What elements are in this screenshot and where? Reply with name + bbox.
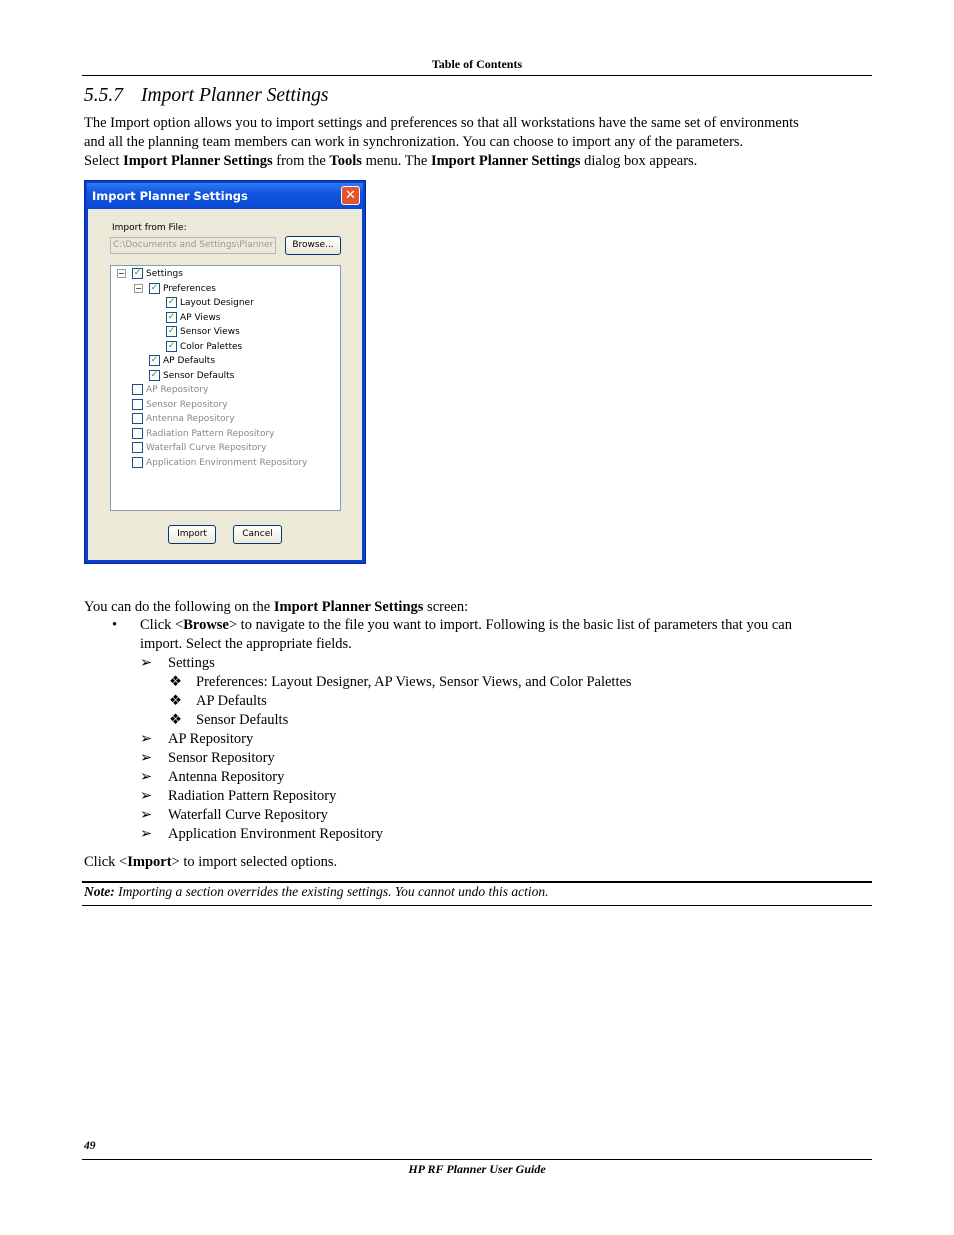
running-header: Table of Contents bbox=[431, 57, 523, 71]
tree-item-label: Layout Designer bbox=[180, 298, 254, 308]
list-item: Settings bbox=[168, 655, 215, 671]
tree-item[interactable]: ✓ Sensor Defaults bbox=[149, 369, 235, 383]
tree-item-label: Sensor Repository bbox=[146, 399, 228, 410]
arrow-bullet-icon: ➢ bbox=[140, 750, 153, 766]
tree-item-label: Color Palettes bbox=[180, 341, 243, 352]
list-item: Application Environment Repository bbox=[168, 826, 384, 842]
note-top-rule bbox=[82, 881, 872, 883]
close-icon[interactable]: ✕ bbox=[341, 186, 360, 205]
checkbox[interactable]: ✓ bbox=[166, 297, 177, 308]
tree-item-label: Antenna Repository bbox=[146, 414, 235, 424]
diamond-bullet-icon: ❖ bbox=[169, 712, 182, 728]
note: Note: Importing a section overrides the … bbox=[84, 884, 549, 899]
checkbox[interactable] bbox=[132, 384, 143, 395]
list-item: Preferences: Layout Designer, AP Views, … bbox=[196, 674, 632, 690]
arrow-bullet-icon: ➢ bbox=[140, 807, 153, 823]
list-item: Radiation Pattern Repository bbox=[168, 788, 337, 804]
tree-item[interactable]: Antenna Repository bbox=[132, 413, 235, 426]
tree-item-label: AP Repository bbox=[146, 385, 209, 395]
tree-item[interactable]: ✓ AP Views bbox=[166, 311, 221, 325]
lead-text: You can do the following on the Import P… bbox=[84, 599, 469, 615]
bullet-icon: • bbox=[112, 617, 118, 633]
tree-item-label: Waterfall Curve Repository bbox=[146, 443, 267, 453]
tree-item[interactable]: ✓ Settings bbox=[132, 268, 183, 281]
tree-item[interactable]: ✓ Layout Designer bbox=[166, 297, 254, 310]
tree-item-label: Settings bbox=[146, 269, 183, 279]
tree-item[interactable]: ✓ AP Defaults bbox=[149, 355, 215, 368]
header-rule bbox=[82, 75, 872, 76]
list-item: Sensor Repository bbox=[168, 750, 275, 766]
tree-item[interactable]: ✓ Color Palettes bbox=[166, 340, 243, 354]
tree-item[interactable]: ✓ Preferences bbox=[149, 282, 216, 296]
tree-item-label: Preferences bbox=[163, 283, 216, 294]
checkbox[interactable] bbox=[132, 398, 143, 410]
import-from-file-label: Import from File: bbox=[112, 223, 187, 233]
tree-item-label: Radiation Pattern Repository bbox=[146, 428, 275, 439]
tree-item-label: AP Views bbox=[180, 312, 221, 323]
dialog-body: Import from File: C:\Documents and Setti… bbox=[88, 209, 362, 560]
tree-item[interactable]: AP Repository bbox=[132, 384, 208, 397]
intro-line: and all the planning team members can wo… bbox=[84, 134, 744, 150]
list-item: Waterfall Curve Repository bbox=[168, 807, 328, 823]
tree-item-label: Application Environment Repository bbox=[146, 457, 308, 468]
intro-paragraph: The Import option allows you to import s… bbox=[84, 114, 874, 171]
click-import-text: Click <Import> to import selected option… bbox=[84, 854, 338, 870]
tree-item-label: Sensor Views bbox=[180, 327, 240, 337]
checkbox[interactable]: ✓ bbox=[166, 326, 177, 337]
diamond-bullet-icon: ❖ bbox=[169, 674, 182, 690]
arrow-bullet-icon: ➢ bbox=[140, 769, 153, 785]
arrow-bullet-icon: ➢ bbox=[140, 788, 153, 804]
tree-item[interactable]: Application Environment Repository bbox=[132, 456, 308, 470]
arrow-bullet-icon: ➢ bbox=[140, 826, 153, 842]
page-number: 49 bbox=[84, 1140, 96, 1152]
intro-select-line: Select Import Planner Settings from the … bbox=[84, 153, 698, 169]
tree-item-label: AP Defaults bbox=[163, 356, 216, 366]
section-title: Import Planner Settings bbox=[141, 85, 329, 106]
browse-button[interactable]: Browse... bbox=[285, 236, 341, 255]
diamond-bullet-icon: ❖ bbox=[169, 693, 182, 709]
arrow-bullet-icon: ➢ bbox=[140, 655, 153, 671]
footer-rule bbox=[82, 1159, 872, 1160]
intro-line: The Import option allows you to import s… bbox=[84, 115, 799, 131]
section-number: 5.5.7 bbox=[84, 85, 123, 106]
dialog-title-bar: Import Planner Settings ✕ bbox=[87, 183, 363, 209]
collapse-icon[interactable]: − bbox=[117, 269, 126, 278]
list-item: AP Repository bbox=[168, 731, 254, 747]
tree-item-label: Sensor Defaults bbox=[163, 370, 235, 381]
checkbox[interactable]: ✓ bbox=[149, 282, 160, 294]
tree-item[interactable]: Sensor Repository bbox=[132, 398, 228, 412]
footer-guide-title: HP RF Planner User Guide bbox=[408, 1162, 546, 1176]
tree-item[interactable]: Radiation Pattern Repository bbox=[132, 427, 275, 441]
section-heading: 5.5.7 Import Planner Settings bbox=[84, 85, 346, 107]
import-button[interactable]: Import bbox=[168, 525, 216, 544]
list-item: Sensor Defaults bbox=[196, 712, 289, 728]
cancel-button[interactable]: Cancel bbox=[233, 525, 282, 544]
dialog-title: Import Planner Settings bbox=[92, 189, 248, 203]
checkbox[interactable]: ✓ bbox=[166, 311, 177, 323]
note-bottom-rule bbox=[82, 905, 872, 906]
tree-item[interactable]: ✓ Sensor Views bbox=[166, 326, 240, 339]
checkbox[interactable]: ✓ bbox=[132, 268, 143, 279]
checkbox[interactable] bbox=[132, 456, 143, 468]
browse-bullet: Click <Browse> to navigate to the file y… bbox=[140, 617, 792, 652]
checkbox[interactable] bbox=[132, 427, 143, 439]
checkbox[interactable]: ✓ bbox=[149, 355, 160, 366]
checkbox[interactable]: ✓ bbox=[166, 340, 177, 352]
checkbox[interactable] bbox=[132, 413, 143, 424]
tree-item[interactable]: Waterfall Curve Repository bbox=[132, 442, 266, 455]
file-path-input[interactable]: C:\Documents and Settings\Planner bbox=[110, 237, 276, 254]
collapse-icon[interactable]: − bbox=[134, 283, 143, 293]
checkbox[interactable]: ✓ bbox=[149, 369, 160, 381]
list-item: Antenna Repository bbox=[168, 769, 285, 785]
settings-tree[interactable]: ✓ Settings ✓ Preferences ✓ Layout Designer ✓ AP… bbox=[110, 265, 341, 511]
arrow-bullet-icon: ➢ bbox=[140, 731, 153, 747]
import-planner-settings-dialog: Import Planner Settings ✕ Import from Fi… bbox=[84, 180, 366, 564]
list-item: AP Defaults bbox=[196, 693, 267, 709]
checkbox[interactable] bbox=[132, 442, 143, 453]
